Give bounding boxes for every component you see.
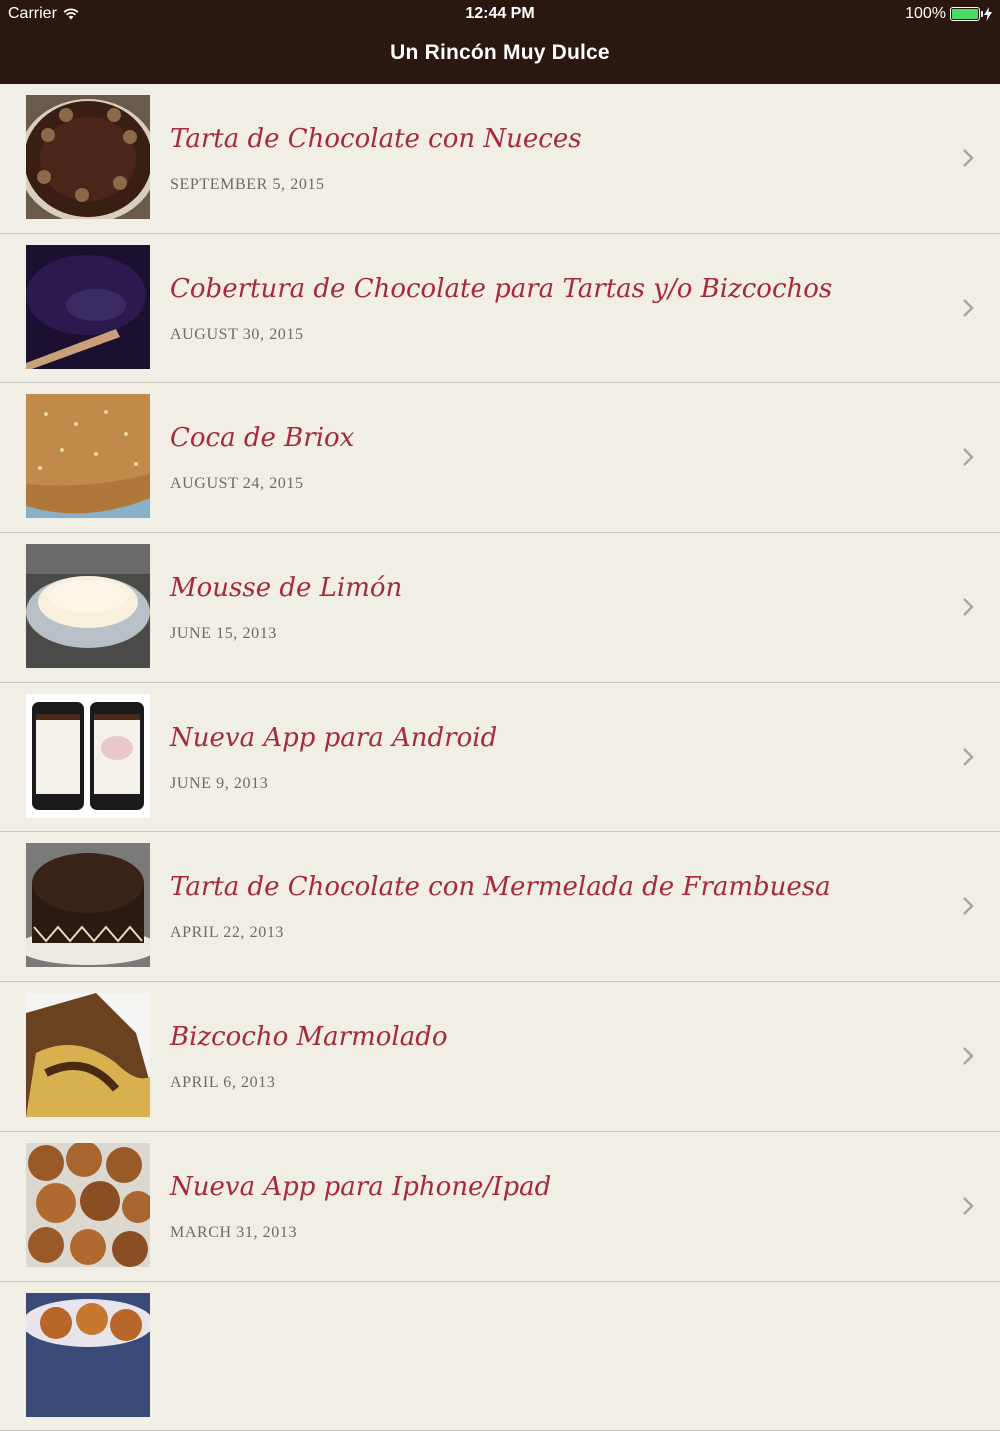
- marble-cake-image: [26, 993, 150, 1117]
- post-row[interactable]: Cobertura de Chocolate para Tartas y/o B…: [0, 234, 1000, 384]
- post-thumbnail: [26, 394, 150, 518]
- post-row[interactable]: Bizcocho Marmolado APRIL 6, 2013: [0, 982, 1000, 1132]
- post-thumbnail: [26, 843, 150, 967]
- muffins-image: [26, 1143, 150, 1267]
- chocolate-raspberry-cake-image: [26, 843, 150, 967]
- post-date: AUGUST 24, 2015: [170, 475, 304, 493]
- post-title: Nueva App para Iphone/Ipad: [170, 1172, 551, 1202]
- navigation-bar: Carrier 12:44 PM 100% Un Rincón Muy Dulc…: [0, 0, 1000, 84]
- post-title: Bizcocho Marmolado: [170, 1022, 448, 1052]
- battery-fill: [952, 9, 978, 19]
- lemon-mousse-image: [26, 544, 150, 668]
- post-thumbnail: [26, 245, 150, 369]
- post-title: Mousse de Limón: [170, 573, 402, 603]
- post-row[interactable]: Coca de Briox AUGUST 24, 2015: [0, 383, 1000, 533]
- post-date: MARCH 31, 2013: [170, 1224, 297, 1242]
- post-date: JUNE 9, 2013: [170, 775, 268, 793]
- post-row[interactable]: Nueva App para Android JUNE 9, 2013: [0, 683, 1000, 833]
- chevron-right-icon: [962, 298, 974, 318]
- post-title: Coca de Briox: [170, 423, 354, 453]
- post-thumbnail: [26, 95, 150, 219]
- post-thumbnail: [26, 1143, 150, 1267]
- post-row[interactable]: Tarta de Chocolate con Mermelada de Fram…: [0, 832, 1000, 982]
- post-row[interactable]: Mousse de Limón JUNE 15, 2013: [0, 533, 1000, 683]
- charging-icon: [984, 7, 992, 21]
- coca-de-briox-image: [26, 394, 150, 518]
- chevron-right-icon: [962, 896, 974, 916]
- status-time: 12:44 PM: [0, 5, 1000, 23]
- status-bar: Carrier 12:44 PM 100%: [0, 0, 1000, 28]
- post-thumbnail: [26, 694, 150, 818]
- chevron-right-icon: [962, 148, 974, 168]
- post-list: Tarta de Chocolate con Nueces SEPTEMBER …: [0, 84, 1000, 1431]
- chevron-right-icon: [962, 1046, 974, 1066]
- chocolate-frosting-image: [26, 245, 150, 369]
- battery-percent: 100%: [905, 5, 946, 23]
- chocolate-walnut-cake-image: [26, 95, 150, 219]
- chevron-right-icon: [962, 747, 974, 767]
- battery-indicator: 100%: [905, 5, 992, 23]
- post-date: SEPTEMBER 5, 2015: [170, 176, 325, 194]
- android-phones-image: [26, 694, 150, 818]
- post-date: APRIL 6, 2013: [170, 1074, 275, 1092]
- post-row[interactable]: [0, 1282, 1000, 1431]
- post-thumbnail: [26, 544, 150, 668]
- post-row[interactable]: Tarta de Chocolate con Nueces SEPTEMBER …: [0, 84, 1000, 234]
- post-title: Tarta de Chocolate con Nueces: [170, 124, 582, 154]
- post-row[interactable]: Nueva App para Iphone/Ipad MARCH 31, 201…: [0, 1132, 1000, 1282]
- chevron-right-icon: [962, 447, 974, 467]
- post-title: Cobertura de Chocolate para Tartas y/o B…: [170, 274, 832, 304]
- post-date: JUNE 15, 2013: [170, 625, 277, 643]
- post-thumbnail: [26, 1293, 150, 1417]
- post-date: AUGUST 30, 2015: [170, 326, 304, 344]
- battery-icon: [950, 7, 980, 21]
- post-date: APRIL 22, 2013: [170, 924, 284, 942]
- post-thumbnail: [26, 993, 150, 1117]
- chevron-right-icon: [962, 1196, 974, 1216]
- chevron-right-icon: [962, 597, 974, 617]
- page-title: Un Rincón Muy Dulce: [0, 41, 1000, 65]
- post-title: Tarta de Chocolate con Mermelada de Fram…: [170, 872, 831, 902]
- post-title: Nueva App para Android: [170, 723, 497, 753]
- pastries-image: [26, 1293, 150, 1417]
